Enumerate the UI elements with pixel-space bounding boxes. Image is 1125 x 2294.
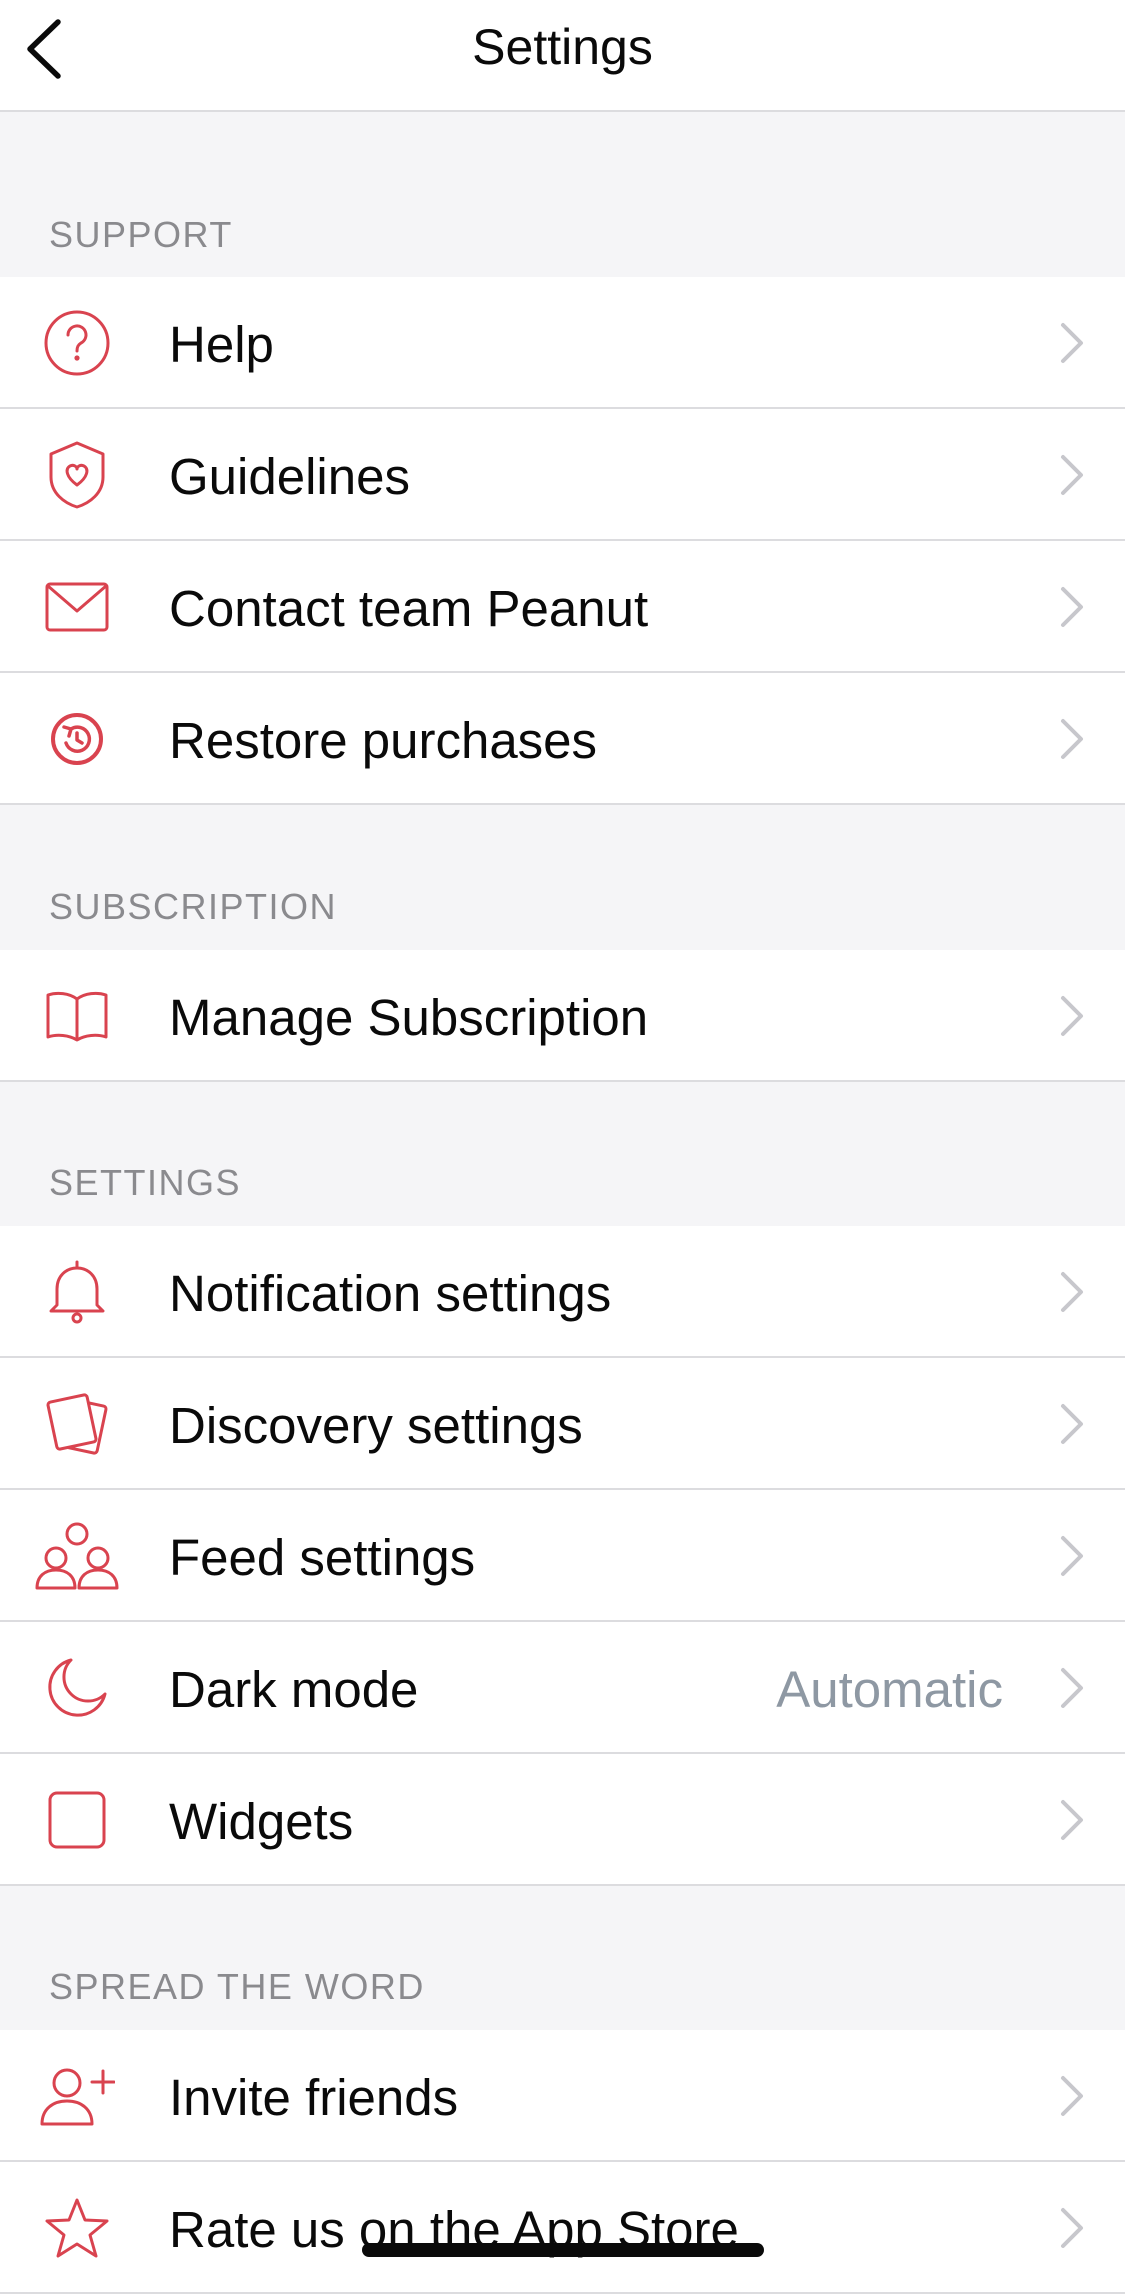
section-header-subscription: SUBSCRIPTION: [49, 886, 338, 927]
star-icon: [34, 2192, 120, 2264]
feed-settings-label: Feed settings: [169, 1529, 476, 1586]
notification-settings-label: Notification settings: [169, 1265, 612, 1322]
discovery-settings-label: Discovery settings: [169, 1397, 583, 1454]
chevron-right-icon: [1061, 2208, 1083, 2248]
contact-label: Contact team Peanut: [169, 580, 649, 637]
section-header-spread-the-word: SPREAD THE WORD: [49, 1966, 425, 2007]
contact-row[interactable]: Contact team Peanut: [0, 541, 1125, 673]
manage-subscription-label: Manage Subscription: [169, 989, 649, 1046]
cards-icon: [34, 1388, 120, 1460]
help-row[interactable]: Help: [0, 277, 1125, 409]
chevron-right-icon: [1061, 996, 1083, 1036]
page-title: Settings: [472, 19, 653, 75]
feed-settings-row[interactable]: Feed settings: [0, 1490, 1125, 1622]
widget-icon: [34, 1784, 120, 1856]
guidelines-row[interactable]: Guidelines: [0, 409, 1125, 541]
chevron-right-icon: [1061, 323, 1083, 363]
shield-heart-icon: [34, 439, 120, 511]
chevron-right-icon: [1061, 587, 1083, 627]
widgets-label: Widgets: [169, 1793, 354, 1850]
settings-group: Notification settings Discovery settings…: [0, 1226, 1125, 1886]
section-header-settings: SETTINGS: [49, 1162, 242, 1203]
widgets-row[interactable]: Widgets: [0, 1754, 1125, 1886]
chevron-right-icon: [1061, 455, 1083, 495]
chevron-right-icon: [1061, 1272, 1083, 1312]
discovery-settings-row[interactable]: Discovery settings: [0, 1358, 1125, 1490]
book-icon: [34, 980, 120, 1052]
chevron-right-icon: [1061, 719, 1083, 759]
chevron-right-icon: [1061, 2076, 1083, 2116]
chevron-right-icon: [1061, 1536, 1083, 1576]
chevron-right-icon: [1061, 1800, 1083, 1840]
navigation-bar: Settings: [0, 0, 1125, 112]
restore-label: Restore purchases: [169, 712, 598, 769]
invite-friends-label: Invite friends: [169, 2069, 459, 2126]
subscription-group: Manage Subscription: [0, 950, 1125, 1082]
invite-friends-row[interactable]: Invite friends: [0, 2030, 1125, 2162]
moon-icon: [34, 1652, 120, 1724]
mail-icon: [34, 571, 120, 643]
support-group: Help Guidelines Contact team Peanut Rest…: [0, 277, 1125, 805]
home-indicator: [362, 2243, 764, 2257]
group-icon: [34, 1520, 120, 1592]
add-user-icon: [34, 2060, 120, 2132]
restore-icon: [34, 703, 120, 775]
help-icon: [34, 307, 120, 379]
dark-mode-value: Automatic: [776, 1661, 1003, 1718]
bell-icon: [34, 1256, 120, 1328]
chevron-right-icon: [1061, 1668, 1083, 1708]
restore-row[interactable]: Restore purchases: [0, 673, 1125, 805]
dark-mode-row[interactable]: Dark mode Automatic: [0, 1622, 1125, 1754]
help-label: Help: [169, 316, 274, 373]
notification-settings-row[interactable]: Notification settings: [0, 1226, 1125, 1358]
rate-app-row[interactable]: Rate us on the App Store: [0, 2162, 1125, 2294]
manage-subscription-row[interactable]: Manage Subscription: [0, 950, 1125, 1082]
chevron-right-icon: [1061, 1404, 1083, 1444]
section-header-support: SUPPORT: [49, 214, 233, 255]
guidelines-label: Guidelines: [169, 448, 410, 505]
dark-mode-label: Dark mode: [169, 1661, 419, 1718]
